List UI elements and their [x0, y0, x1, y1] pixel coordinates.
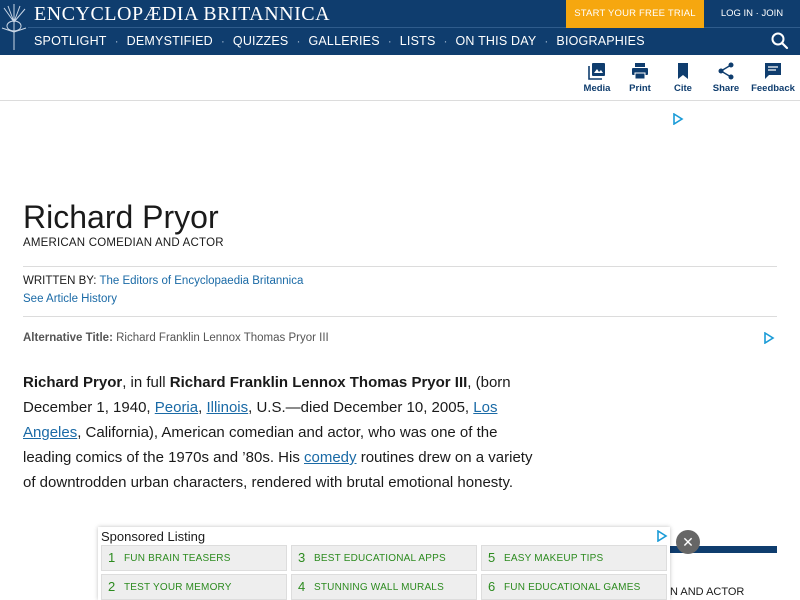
divider [23, 316, 777, 317]
sponsored-item[interactable]: 6 FUN EDUCATIONAL GAMES [481, 574, 667, 600]
nav-separator: · [443, 34, 448, 48]
nav-separator: · [114, 34, 119, 48]
nav-separator: · [387, 34, 392, 48]
sponsored-item-label: EASY MAKEUP TIPS [504, 553, 604, 564]
share-button[interactable]: Share [701, 62, 751, 94]
adchoices-icon[interactable] [672, 113, 684, 125]
nav-separator: · [544, 34, 549, 48]
body-text: , in full [122, 374, 170, 391]
feedback-button[interactable]: Feedback [748, 62, 798, 94]
article-toolbar: Media Print Cite Share Feedback [0, 55, 800, 101]
link-peoria[interactable]: Peoria [155, 399, 198, 416]
sponsored-listing: Sponsored Listing 1 FUN BRAIN TEASERS 3 … [98, 527, 670, 600]
byline: WRITTEN BY: The Editors of Encyclopaedia… [23, 275, 303, 287]
sponsored-item-label: BEST EDUCATIONAL APPS [314, 553, 446, 564]
sponsored-item-label: TEST YOUR MEMORY [124, 582, 232, 593]
sponsored-item[interactable]: 3 BEST EDUCATIONAL APPS [291, 545, 477, 571]
nav-separator: · [296, 34, 301, 48]
nav-item-lists[interactable]: LISTS [400, 34, 436, 48]
author-link[interactable]: The Editors of Encyclopaedia Britannica [99, 275, 303, 287]
written-by-label: WRITTEN BY: [23, 275, 100, 287]
full-name: Richard Franklin Lennox Thomas Pryor III [169, 374, 468, 391]
divider [23, 266, 777, 267]
sponsored-item-number: 4 [298, 579, 306, 594]
site-header: ENCYCLOPÆDIA BRITANNICA START YOUR FREE … [0, 0, 800, 55]
thistle-logo-icon[interactable] [0, 2, 28, 52]
link-illinois[interactable]: Illinois [206, 399, 248, 416]
body-text: , U.S.—died December 10, 2005, [248, 399, 474, 416]
share-label: Share [712, 83, 740, 94]
page-title: Richard Pryor [23, 199, 219, 235]
adchoices-icon[interactable] [656, 530, 668, 542]
sponsored-item-label: FUN BRAIN TEASERS [124, 553, 231, 564]
nav-item-quizzes[interactable]: QUIZZES [233, 34, 289, 48]
share-icon [718, 62, 734, 80]
nav-item-demystified[interactable]: DEMYSTIFIED [127, 34, 213, 48]
adchoices-icon[interactable] [763, 332, 775, 344]
sponsored-item-label: STUNNING WALL MURALS [314, 582, 444, 593]
media-gallery-icon [588, 63, 605, 80]
sponsored-item[interactable]: 2 TEST YOUR MEMORY [101, 574, 287, 600]
sponsored-item-number: 5 [488, 550, 496, 565]
nav-item-galleries[interactable]: GALLERIES [308, 34, 379, 48]
nav-item-on-this-day[interactable]: ON THIS DAY [456, 34, 537, 48]
nav-item-biographies[interactable]: BIOGRAPHIES [556, 34, 644, 48]
subject-name: Richard Pryor [23, 374, 123, 391]
alt-title-label: Alternative Title: [23, 332, 117, 344]
nav-item-spotlight[interactable]: SPOTLIGHT [34, 34, 107, 48]
sponsored-item[interactable]: 1 FUN BRAIN TEASERS [101, 545, 287, 571]
feedback-icon [765, 63, 781, 79]
link-comedy[interactable]: comedy [304, 449, 357, 466]
printer-icon [632, 63, 648, 80]
page-subtitle: AMERICAN COMEDIAN AND ACTOR [23, 237, 224, 249]
sponsored-item-label: FUN EDUCATIONAL GAMES [504, 582, 641, 593]
nav-separator: · [220, 34, 225, 48]
login-join-link[interactable]: LOG IN · JOIN [704, 0, 800, 28]
close-ad-button[interactable]: ✕ [676, 530, 700, 554]
free-trial-button[interactable]: START YOUR FREE TRIAL [566, 0, 704, 28]
sponsored-item[interactable]: 5 EASY MAKEUP TIPS [481, 545, 667, 571]
sponsored-item-number: 1 [108, 550, 116, 565]
sponsored-item-number: 2 [108, 579, 116, 594]
bookmark-icon [678, 63, 688, 79]
sponsored-item-number: 6 [488, 579, 496, 594]
alt-title-value: Richard Franklin Lennox Thomas Pryor III [116, 332, 329, 344]
sponsored-title: Sponsored Listing [101, 529, 206, 544]
sponsored-item-number: 3 [298, 550, 306, 565]
feedback-label: Feedback [751, 83, 795, 94]
sidebar-partial-text: N AND ACTOR [670, 586, 745, 598]
article-intro-paragraph: Richard Pryor, in full Richard Franklin … [23, 370, 533, 495]
alternative-title: Alternative Title: Richard Franklin Lenn… [23, 332, 329, 344]
main-nav: SPOTLIGHT · DEMYSTIFIED · QUIZZES · GALL… [34, 29, 645, 53]
article-history-link[interactable]: See Article History [23, 293, 117, 305]
search-icon[interactable] [770, 31, 790, 51]
sponsored-item[interactable]: 4 STUNNING WALL MURALS [291, 574, 477, 600]
brand-wordmark[interactable]: ENCYCLOPÆDIA BRITANNICA [34, 2, 330, 26]
